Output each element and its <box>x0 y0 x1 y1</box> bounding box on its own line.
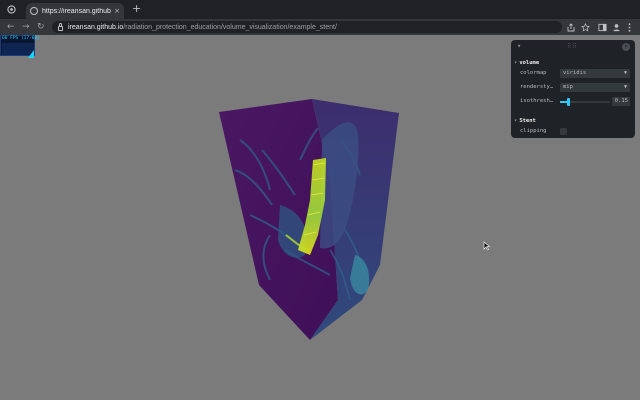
bookmark-star-icon[interactable] <box>580 22 590 32</box>
back-button[interactable]: ← <box>7 21 15 33</box>
controls-panel: ▾ ⠿⠿ × ▾ volume colormap viridis ▼ render… <box>511 40 635 138</box>
panel-header[interactable]: ▾ ⠿⠿ × <box>511 40 635 54</box>
colormap-value: viridis <box>563 70 587 76</box>
folder-caret-icon: ▾ <box>514 60 518 66</box>
share-icon[interactable] <box>566 22 576 32</box>
folder-stent[interactable]: ▾ Stent <box>514 118 536 124</box>
profile-icon[interactable] <box>611 22 621 32</box>
more-menu-icon[interactable] <box>624 22 634 32</box>
browser-toolbar: ← → ↻ ireansan.github.io /radiation_prot… <box>0 19 640 35</box>
chevron-down-icon: ▼ <box>623 70 627 76</box>
folder-volume-title: volume <box>519 60 540 66</box>
folder-volume[interactable]: ▾ volume <box>514 60 539 66</box>
globe-icon <box>30 7 38 15</box>
clipping-checkbox[interactable] <box>560 128 567 135</box>
folder-caret-icon: ▾ <box>514 118 518 124</box>
renderstyle-label: rendersty… <box>520 84 554 90</box>
reload-button[interactable]: ↻ <box>37 21 45 33</box>
sidebar-icon[interactable] <box>597 22 607 32</box>
renderstyle-value: mip <box>563 84 573 90</box>
isothreshold-label: isothresh… <box>520 98 554 104</box>
lock-icon[interactable] <box>58 22 63 31</box>
new-tab-button[interactable]: + <box>132 2 141 15</box>
tab-bar: https://ireansan.github.io/radiation_pro… <box>0 0 640 19</box>
active-tab[interactable]: https://ireansan.github.io/radiation_pro… <box>26 3 124 19</box>
mouse-cursor-icon <box>483 241 491 251</box>
url-path: /radiation_protection_education/volume_v… <box>123 23 337 31</box>
tab-search-icon[interactable] <box>5 3 18 16</box>
colormap-label: colormap <box>520 70 547 76</box>
isothreshold-slider-handle[interactable] <box>567 98 570 106</box>
fps-stats-panel[interactable]: 60 FPS (17-60) <box>0 35 40 58</box>
colormap-select[interactable]: viridis ▼ <box>560 69 630 78</box>
url-host: ireansan.github.io <box>68 23 124 31</box>
address-bar[interactable]: ireansan.github.io /radiation_protection… <box>52 21 562 33</box>
isothreshold-input[interactable]: 0.15 <box>612 97 630 106</box>
collapse-chevron-icon[interactable]: ▾ <box>517 42 521 50</box>
forward-button[interactable]: → <box>22 21 30 33</box>
tab-title: https://ireansan.github.io/radiation_pro… <box>42 7 111 15</box>
tab-close-icon[interactable]: × <box>114 7 120 15</box>
chevron-down-icon: ▼ <box>623 84 627 90</box>
renderstyle-select[interactable]: mip ▼ <box>560 83 630 92</box>
drag-handle-icon[interactable]: ⠿⠿ <box>567 43 578 50</box>
fps-label: 60 FPS (17-60) <box>2 36 40 41</box>
close-icon[interactable]: × <box>622 43 630 51</box>
isothreshold-slider[interactable] <box>560 98 610 106</box>
folder-stent-title: Stent <box>519 118 536 124</box>
fps-graph <box>2 43 34 58</box>
clipping-label: clipping <box>520 128 547 134</box>
